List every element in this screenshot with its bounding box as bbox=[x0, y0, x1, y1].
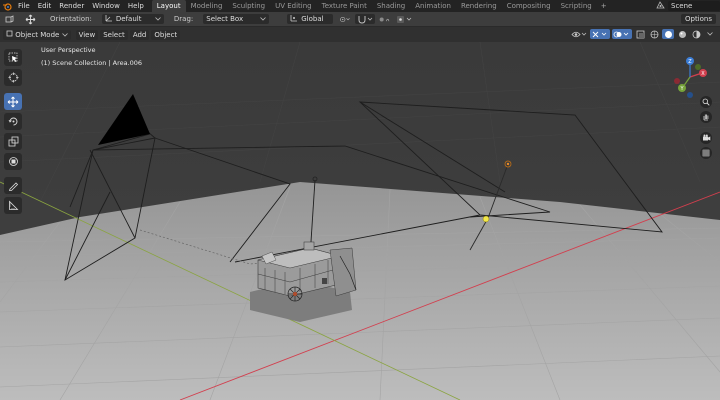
object-mode-label: Object Mode bbox=[15, 30, 60, 39]
viewport-header: Object Mode View Select Add Object bbox=[0, 27, 720, 42]
add-workspace-button[interactable]: + bbox=[597, 0, 611, 12]
perspective-toggle-icon[interactable] bbox=[700, 147, 712, 159]
tool-settings-header: Orientation: Default Drag: Select Box Gl… bbox=[0, 12, 720, 27]
workspace-tabs: Layout Modeling Sculpting UV Editing Tex… bbox=[151, 0, 611, 12]
pan-hand-icon[interactable] bbox=[700, 111, 712, 123]
transform-orientation-dropdown[interactable]: Global bbox=[287, 14, 334, 25]
transform-tool[interactable] bbox=[4, 153, 22, 170]
viewport-perspective-label: User Perspective bbox=[41, 46, 96, 54]
select-cursor-icon bbox=[8, 52, 17, 62]
options-dropdown[interactable]: Options bbox=[680, 14, 716, 24]
tab-texture-paint[interactable]: Texture Paint bbox=[317, 0, 372, 12]
navigation-gizmo[interactable]: X Y Z bbox=[668, 55, 712, 99]
move-arrows-icon bbox=[7, 96, 19, 107]
gizmo-x-label: X bbox=[701, 71, 705, 77]
move-tool[interactable] bbox=[4, 93, 22, 110]
ruler-icon bbox=[8, 200, 18, 210]
wireframe-shading-icon[interactable] bbox=[648, 29, 660, 39]
active-light-point[interactable] bbox=[482, 215, 490, 223]
rotate-tool[interactable] bbox=[4, 113, 22, 130]
orientation-value: Default bbox=[115, 15, 142, 23]
xray-toggle-icon[interactable] bbox=[634, 29, 646, 39]
solid-shading-icon[interactable] bbox=[662, 29, 674, 39]
orientation-label: Orientation: bbox=[50, 15, 92, 23]
editor-type-icon[interactable] bbox=[4, 14, 16, 24]
move-tool-icon[interactable] bbox=[24, 14, 36, 24]
tab-animation[interactable]: Animation bbox=[410, 0, 456, 12]
orientation-icon bbox=[105, 14, 113, 25]
cursor-tool[interactable] bbox=[4, 69, 22, 86]
top-menu-bar: File Edit Render Window Help Layout Mode… bbox=[0, 0, 720, 12]
mode-icon bbox=[6, 30, 15, 39]
tab-layout[interactable]: Layout bbox=[151, 0, 186, 12]
gizmo-neg-z-icon[interactable] bbox=[687, 92, 693, 98]
menu-view[interactable]: View bbox=[75, 29, 99, 40]
menu-file[interactable]: File bbox=[14, 0, 34, 12]
measure-tool[interactable] bbox=[4, 197, 22, 214]
gizmo-neg-x-icon[interactable] bbox=[674, 78, 680, 84]
rendered-shading-icon[interactable] bbox=[690, 29, 702, 39]
3d-cursor-icon bbox=[8, 72, 18, 83]
menu-render[interactable]: Render bbox=[55, 0, 88, 12]
global-axes-icon bbox=[290, 14, 298, 25]
chevron-down-icon bbox=[61, 31, 68, 39]
menu-add[interactable]: Add bbox=[129, 29, 150, 40]
object-mode-dropdown[interactable]: Object Mode bbox=[3, 29, 71, 40]
annotate-tool[interactable] bbox=[4, 177, 22, 194]
transform-orientation-value: Global bbox=[301, 15, 324, 23]
tab-rendering[interactable]: Rendering bbox=[456, 0, 502, 12]
menu-edit[interactable]: Edit bbox=[34, 0, 56, 12]
3d-viewport[interactable]: User Perspective (1) Scene Collection | … bbox=[0, 42, 720, 400]
left-toolbar bbox=[4, 49, 24, 217]
material-preview-shading-icon[interactable] bbox=[676, 29, 688, 39]
snap-toggle-icon[interactable] bbox=[355, 14, 376, 24]
orientation-dropdown[interactable]: Default bbox=[101, 14, 164, 25]
menu-window[interactable]: Window bbox=[88, 0, 124, 12]
drag-value: Select Box bbox=[206, 15, 244, 23]
transform-icon bbox=[8, 157, 18, 166]
viewport-shading-controls bbox=[568, 29, 716, 39]
scene-name-field[interactable]: Scene bbox=[668, 1, 720, 11]
gizmo-neg-y-icon[interactable] bbox=[695, 64, 701, 70]
camera-view-icon[interactable] bbox=[700, 132, 712, 144]
shading-options-chevron-icon[interactable] bbox=[704, 29, 716, 39]
viewport-collection-label: (1) Scene Collection | Area.006 bbox=[41, 59, 143, 67]
tab-scripting[interactable]: Scripting bbox=[556, 0, 597, 12]
overlays-toggle-icon[interactable] bbox=[612, 29, 632, 39]
menu-select[interactable]: Select bbox=[100, 29, 128, 40]
drag-label: Drag: bbox=[173, 15, 194, 23]
rotate-icon bbox=[8, 117, 17, 126]
scene-selector: Scene bbox=[656, 0, 720, 12]
pencil-icon bbox=[8, 182, 18, 191]
gizmo-toggle-icon[interactable] bbox=[590, 29, 610, 39]
chevron-down-icon bbox=[155, 14, 161, 24]
chevron-down-icon bbox=[260, 14, 267, 24]
tab-shading[interactable]: Shading bbox=[372, 0, 410, 12]
tab-sculpting[interactable]: Sculpting bbox=[227, 0, 270, 12]
falloff-icon[interactable] bbox=[395, 14, 415, 24]
options-label: Options bbox=[684, 15, 712, 23]
proportional-editing-icon[interactable] bbox=[379, 14, 391, 24]
menu-help[interactable]: Help bbox=[124, 0, 148, 12]
gizmo-z-label: Z bbox=[688, 59, 692, 65]
blender-logo-icon[interactable] bbox=[0, 0, 14, 12]
menu-object[interactable]: Object bbox=[151, 29, 181, 40]
tab-uv-editing[interactable]: UV Editing bbox=[270, 0, 317, 12]
drag-dropdown[interactable]: Select Box bbox=[203, 14, 270, 24]
pivot-point-icon[interactable] bbox=[339, 14, 351, 24]
tab-modeling[interactable]: Modeling bbox=[186, 0, 228, 12]
tab-compositing[interactable]: Compositing bbox=[502, 0, 556, 12]
scale-icon bbox=[8, 136, 18, 147]
scale-tool[interactable] bbox=[4, 133, 22, 150]
viewport-canvas[interactable] bbox=[0, 42, 720, 400]
visibility-icon[interactable] bbox=[570, 29, 588, 39]
select-box-tool[interactable] bbox=[4, 49, 22, 66]
ground-plane bbox=[0, 182, 720, 400]
zoom-icon[interactable] bbox=[700, 96, 712, 108]
scene-icon[interactable] bbox=[656, 1, 665, 11]
